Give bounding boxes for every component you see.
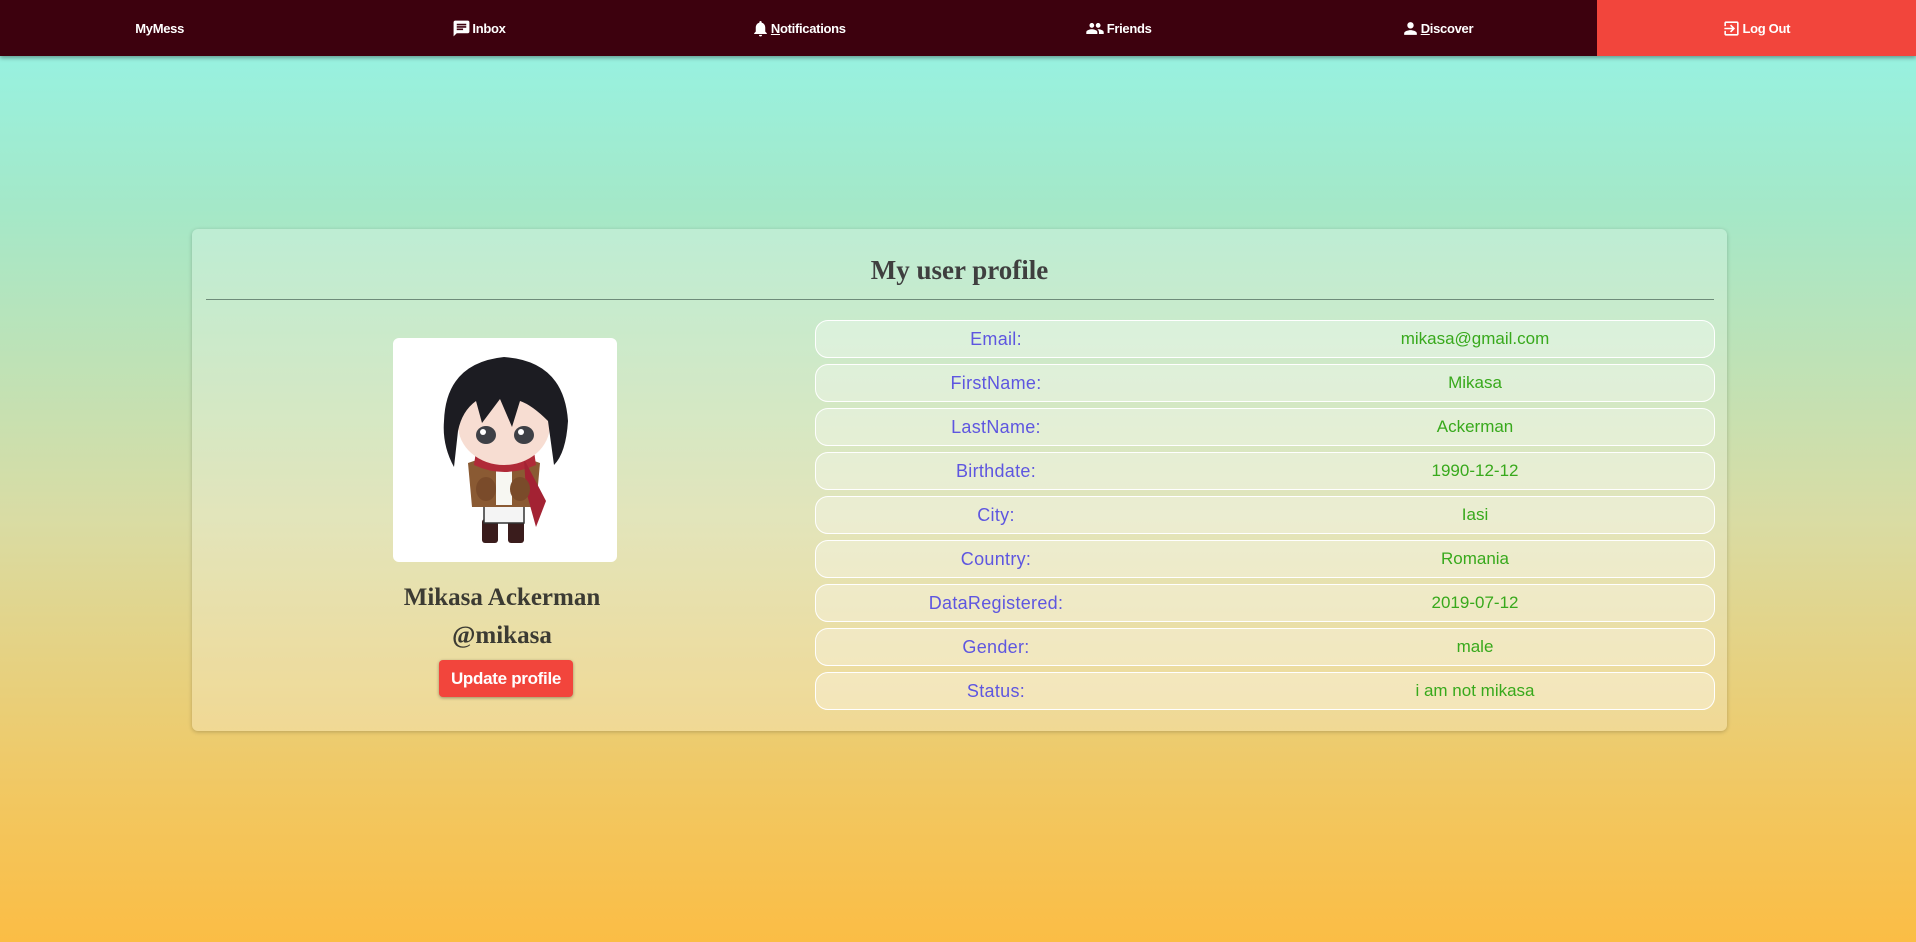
field-label: Gender: <box>962 636 1030 657</box>
people-icon <box>1086 22 1104 34</box>
field-value: male <box>1456 637 1494 656</box>
field-row-birthdate: Birthdate: 1990-12-12 <box>815 452 1715 490</box>
field-row-city: City: Iasi <box>815 496 1715 534</box>
field-row-gender: Gender: male <box>815 628 1715 666</box>
field-row-firstname: FirstName: Mikasa <box>815 364 1715 402</box>
field-value: Iasi <box>1461 505 1489 524</box>
logout-icon <box>1724 20 1740 36</box>
bell-icon <box>754 20 767 36</box>
top-navbar: MyMess Inbox Notifications Friends Disco… <box>0 0 1916 56</box>
field-value: 1990-12-12 <box>1431 461 1519 480</box>
title-divider <box>206 299 1714 300</box>
profile-full-name: Mikasa Ackerman <box>403 584 601 611</box>
person-icon <box>1403 21 1417 35</box>
field-label: DataRegistered: <box>928 592 1064 613</box>
field-value: i am not mikasa <box>1415 681 1535 700</box>
field-row-status: Status: i am not mikasa <box>815 672 1715 710</box>
field-label: Email: <box>970 328 1022 349</box>
nav-logout[interactable]: Log Out <box>1596 0 1916 56</box>
field-label: Country: <box>960 548 1032 569</box>
nav-friends-label: Friends <box>1106 20 1152 36</box>
field-value: Ackerman <box>1436 417 1514 436</box>
field-row-country: Country: Romania <box>815 540 1715 578</box>
chat-icon <box>453 20 470 36</box>
nav-discover-label: Discover <box>1420 20 1474 36</box>
profile-fields-list: Email: mikasa@gmail.com FirstName: Mikas… <box>815 320 1715 716</box>
page-title: My user profile <box>870 255 1049 285</box>
field-row-date-registered: DataRegistered: 2019-07-12 <box>815 584 1715 622</box>
nav-logout-label: Log Out <box>1742 20 1791 36</box>
field-value: Romania <box>1440 549 1510 568</box>
nav-discover[interactable]: Discover <box>1277 0 1596 56</box>
field-value: 2019-07-12 <box>1431 593 1519 612</box>
nav-brand-label: MyMess <box>135 20 185 36</box>
field-label: Status: <box>966 680 1026 701</box>
nav-brand-mymess[interactable]: MyMess <box>0 0 319 56</box>
profile-card: My user profile Mikasa Ackerman @mikasa … <box>192 229 1727 731</box>
nav-friends[interactable]: Friends <box>958 0 1277 56</box>
field-label: FirstName: <box>950 372 1042 393</box>
nav-inbox[interactable]: Inbox <box>319 0 638 56</box>
nav-inbox-label: Inbox <box>472 20 506 36</box>
field-label: Birthdate: <box>955 460 1037 481</box>
avatar-image <box>396 341 614 559</box>
field-label: City: <box>977 504 1015 525</box>
field-value: mikasa@gmail.com <box>1400 329 1550 348</box>
nav-notifications[interactable]: Notifications <box>639 0 958 56</box>
field-row-lastname: LastName: Ackerman <box>815 408 1715 446</box>
profile-username: @mikasa <box>452 622 552 649</box>
update-profile-button[interactable]: Update profile <box>439 660 573 697</box>
field-value: Mikasa <box>1448 373 1502 392</box>
nav-notifications-label: Notifications <box>770 20 846 36</box>
avatar <box>393 338 617 562</box>
field-row-email: Email: mikasa@gmail.com <box>815 320 1715 358</box>
field-label: LastName: <box>951 416 1041 437</box>
